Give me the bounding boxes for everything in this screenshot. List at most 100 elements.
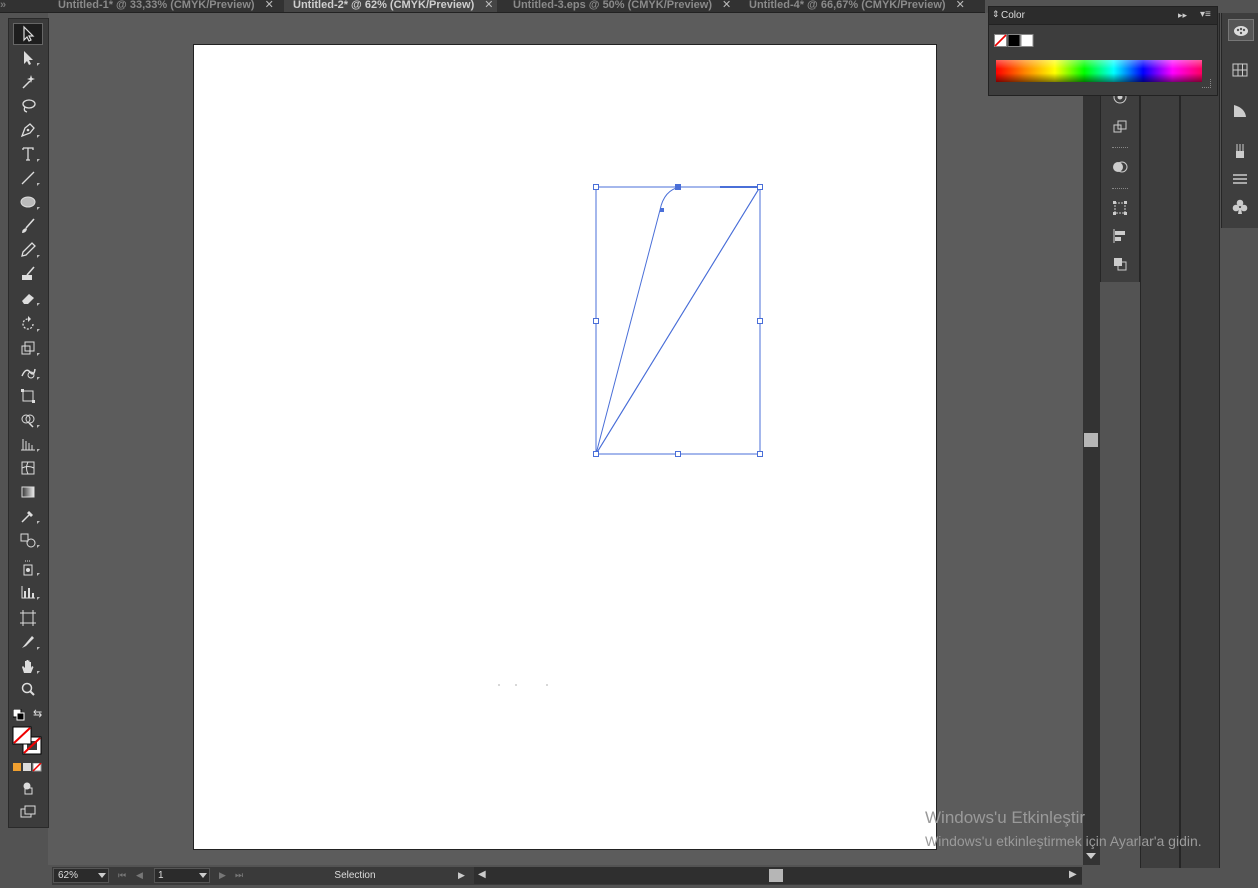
blend-tool-icon (20, 533, 36, 548)
hand-tool-icon (22, 660, 34, 673)
scroll-down-arrow-icon[interactable] (1086, 853, 1096, 859)
type-tool[interactable] (13, 143, 43, 165)
ellipse-tool[interactable] (13, 191, 43, 213)
scroll-right-arrow-icon[interactable]: ▶ (1069, 869, 1077, 880)
perspective-grid-tool[interactable] (13, 433, 43, 455)
lasso-tool-icon (22, 99, 36, 113)
activation-watermark-title: Windows'u Etkinleştir (925, 808, 1086, 827)
brushes-icon (1236, 144, 1244, 158)
collapse-panel-icon[interactable]: ▸▸ (1178, 10, 1187, 21)
scroll-left-arrow-icon[interactable]: ◀ (478, 869, 486, 880)
artboard-number: 1 (158, 870, 164, 881)
warp-tool[interactable] (13, 361, 43, 383)
status-menu-arrow-icon[interactable]: ▶ (458, 870, 465, 881)
blob-brush-tool[interactable] (13, 263, 43, 285)
stroke-panel-button[interactable] (1228, 169, 1252, 189)
blend-tool[interactable] (13, 529, 43, 551)
panel-menu-icon[interactable]: ▾≡ (1200, 9, 1211, 20)
column-graph-tool-icon (21, 586, 35, 599)
artboard-number-field[interactable]: 1 (154, 868, 210, 883)
column-graph-tool[interactable] (13, 581, 43, 603)
tools-panel: ⇆ (8, 18, 49, 828)
color-panel-header[interactable]: ⇕ Color ▸▸ ▾≡ (989, 7, 1217, 25)
default-fill-stroke-icon[interactable] (12, 708, 25, 721)
scale-tool-icon (21, 341, 35, 355)
fill-stroke-swatch[interactable] (12, 726, 44, 756)
anchor-point (660, 208, 664, 212)
gradient-panel-icon (1234, 105, 1246, 117)
scale-tool[interactable] (13, 337, 43, 359)
symbols-panel-button[interactable] (1228, 197, 1252, 217)
selection-tool-icon (23, 25, 35, 42)
pathfinder-panel-button[interactable] (1108, 254, 1132, 274)
zoom-tool[interactable] (13, 679, 43, 701)
gradient-panel-button[interactable] (1228, 101, 1252, 121)
panel-grip[interactable] (1112, 188, 1128, 191)
rotate-tool-icon (22, 316, 34, 330)
next-artboard-icon[interactable]: ▶ (219, 870, 226, 881)
direct-selection-tool-icon (24, 51, 33, 65)
hand-tool[interactable] (13, 655, 43, 677)
warp-tool-icon (21, 368, 36, 379)
line-segment-tool[interactable] (13, 167, 43, 189)
brushes-panel-button[interactable] (1228, 141, 1252, 161)
mesh-tool[interactable] (13, 457, 43, 479)
screen-mode-button[interactable] (13, 801, 43, 823)
paintbrush-tool-icon (22, 218, 35, 233)
panel-resize-grip[interactable] (1202, 79, 1211, 88)
draw-mode-button[interactable] (13, 777, 43, 799)
type-tool-icon (22, 147, 34, 161)
panel-grip[interactable] (1112, 147, 1128, 150)
transform-panel-button-2[interactable] (1108, 198, 1132, 218)
zoom-level-field[interactable]: 62% (53, 868, 109, 883)
pencil-tool[interactable] (13, 239, 43, 261)
color-mode-buttons[interactable] (13, 762, 43, 772)
current-tool-status[interactable]: Selection (255, 868, 455, 883)
mesh-tool-icon (21, 461, 35, 475)
club-symbol-icon (1232, 199, 1248, 214)
previous-artboard-icon[interactable]: ◀ (136, 870, 143, 881)
artboard-tool[interactable] (13, 607, 43, 629)
panel-dock-right-strip (1221, 13, 1258, 228)
symbol-sprayer-tool[interactable] (13, 557, 43, 579)
slice-tool[interactable] (13, 631, 43, 653)
first-artboard-icon[interactable]: ⏮ (118, 870, 126, 881)
none-black-white-swatches[interactable] (994, 34, 1034, 48)
panel-dock-column-2 (1140, 13, 1180, 868)
paintbrush-tool[interactable] (13, 215, 43, 237)
slice-tool-icon (22, 636, 34, 648)
panel-toggle-icon[interactable]: ⇕ (992, 9, 1000, 20)
color-spectrum-bar[interactable] (996, 60, 1202, 82)
selection-tool[interactable] (13, 23, 43, 45)
zoom-tool-icon (21, 682, 35, 696)
blob-brush-tool-icon (22, 266, 35, 280)
transparency-panel-button[interactable] (1108, 157, 1132, 177)
eraser-tool[interactable] (13, 287, 43, 309)
align-panel-button[interactable] (1108, 226, 1132, 246)
free-transform-tool[interactable] (13, 385, 43, 407)
vertical-scroll-thumb[interactable] (1084, 433, 1098, 447)
swatches-grid-icon (1232, 63, 1248, 77)
pen-tool[interactable] (13, 119, 43, 141)
rotate-tool[interactable] (13, 313, 43, 335)
lasso-tool[interactable] (13, 95, 43, 117)
color-panel-button[interactable] (1228, 19, 1254, 41)
gradient-tool[interactable] (13, 481, 43, 503)
swap-fill-stroke-icon[interactable]: ⇆ (33, 707, 42, 720)
transform-panel-button[interactable] (1108, 117, 1132, 137)
anchor-point (676, 185, 680, 189)
bounding-box-icon (1113, 201, 1127, 215)
chevron-down-icon[interactable] (199, 873, 207, 878)
chevron-down-icon[interactable] (98, 873, 106, 878)
horizontal-scroll-thumb[interactable] (769, 869, 783, 882)
shape-builder-tool[interactable] (13, 409, 43, 431)
direct-selection-tool[interactable] (13, 47, 43, 69)
eyedropper-tool[interactable] (13, 505, 43, 527)
magic-wand-tool[interactable] (13, 71, 43, 93)
selected-artwork[interactable] (0, 0, 1258, 888)
artboard-tool-icon (20, 610, 36, 626)
eyedropper-tool-icon (21, 511, 33, 523)
last-artboard-icon[interactable]: ⏭ (235, 870, 243, 881)
pathfinder-icon (1114, 258, 1127, 271)
swatches-panel-button[interactable] (1228, 60, 1252, 80)
